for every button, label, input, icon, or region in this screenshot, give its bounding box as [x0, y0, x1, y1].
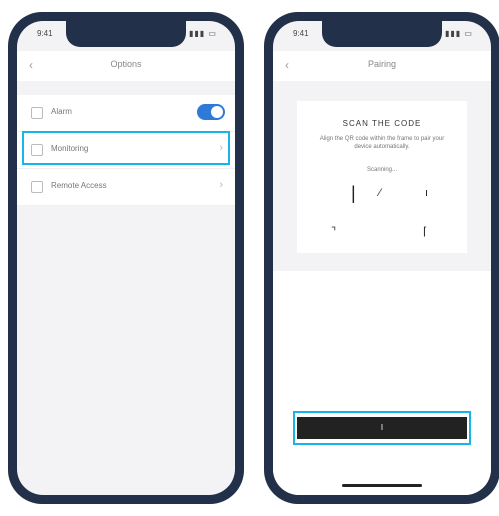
scan-status: Scanning...	[366, 167, 398, 173]
phone-frame-left: 9:41 ▮▮▮ ▭ ‹ Options Alarm Monitoring › …	[8, 12, 244, 504]
signal-battery-icon: ▮▮▮ ▭	[189, 29, 217, 38]
chevron-right-icon: ›	[219, 179, 223, 191]
pairing-screen: 9:41 ▮▮▮ ▭ ‹ Pairing SCAN THE CODE Align…	[273, 21, 491, 495]
scan-corner: ⌝	[331, 226, 337, 238]
nav-bar: ‹ Pairing	[273, 51, 491, 81]
scan-corner: ⌈	[423, 226, 428, 238]
page-title: Pairing	[367, 59, 396, 69]
scan-card: SCAN THE CODE Align the QR code within t…	[297, 101, 467, 253]
list-item-label: Alarm	[51, 107, 72, 116]
list-item-alarm[interactable]: Alarm	[17, 95, 235, 132]
status-time: 9:41	[293, 29, 309, 38]
status-time: 9:41	[37, 29, 53, 38]
phone-frame-right: 9:41 ▮▮▮ ▭ ‹ Pairing SCAN THE CODE Align…	[264, 12, 499, 504]
home-indicator	[342, 484, 422, 487]
signal-battery-icon: ▮▮▮ ▭	[445, 29, 473, 38]
notch	[322, 21, 442, 47]
scan-heading: SCAN THE CODE	[342, 119, 422, 128]
scan-description: Align the QR code within the frame to pa…	[319, 136, 445, 150]
content-area	[273, 271, 491, 495]
remote-icon	[31, 181, 43, 193]
toggle-knob	[211, 106, 223, 118]
list-item-remote-access[interactable]: Remote Access ›	[17, 169, 235, 206]
page-title: Options	[110, 59, 142, 69]
selection-highlight	[22, 131, 230, 165]
notch	[66, 21, 186, 47]
alarm-icon	[31, 107, 43, 119]
scan-corner: ı	[425, 187, 429, 199]
scan-corner: ⁄	[379, 187, 381, 199]
options-screen: 9:41 ▮▮▮ ▭ ‹ Options Alarm Monitoring › …	[17, 21, 235, 495]
selection-highlight	[293, 411, 471, 445]
nav-bar: ‹ Options	[17, 51, 235, 81]
alarm-toggle[interactable]	[197, 104, 225, 120]
list-item-label: Remote Access	[51, 181, 107, 190]
scan-corner: |	[351, 183, 356, 203]
